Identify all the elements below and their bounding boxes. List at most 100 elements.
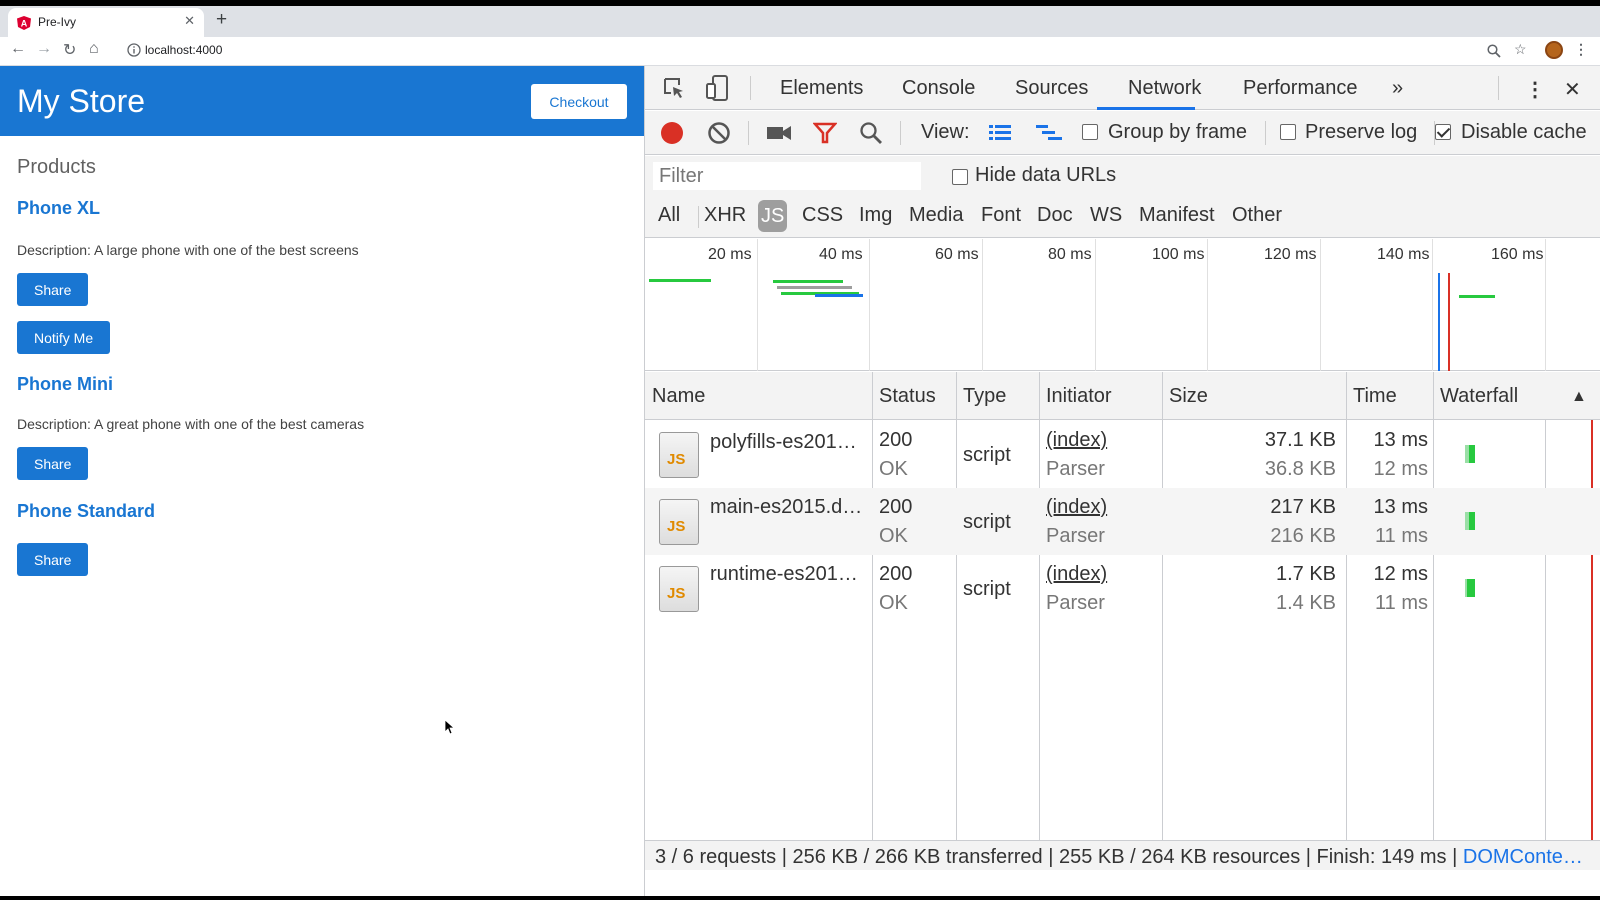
filter-input[interactable]	[653, 162, 921, 190]
record-icon[interactable]	[660, 121, 684, 145]
type-filter-css[interactable]: CSS	[802, 204, 843, 227]
reload-icon[interactable]: ↻	[63, 40, 76, 60]
initiator-link[interactable]: (index)	[1046, 496, 1107, 519]
grid-line	[869, 239, 870, 371]
clear-icon[interactable]	[707, 121, 731, 145]
table-row[interactable]: JS runtime-es201… 200 OK script (index) …	[645, 555, 1600, 622]
avatar[interactable]	[1545, 41, 1563, 59]
tab-console[interactable]: Console	[902, 77, 975, 100]
table-row[interactable]: JS polyfills-es201… 200 OK script (index…	[645, 421, 1600, 488]
hide-data-urls-checkbox[interactable]	[952, 169, 968, 185]
large-rows-icon[interactable]	[988, 121, 1012, 145]
product-name-phone-standard[interactable]: Phone Standard	[17, 501, 155, 522]
product-name-phone-mini[interactable]: Phone Mini	[17, 374, 113, 395]
search-icon[interactable]	[859, 121, 883, 145]
request-time-sub: 11 ms	[1375, 525, 1428, 547]
type-filter-img[interactable]: Img	[859, 204, 892, 227]
column-initiator[interactable]: Initiator	[1046, 385, 1112, 408]
forward-icon[interactable]: →	[36, 40, 52, 58]
home-icon[interactable]: ⌂	[89, 40, 99, 58]
type-filter-js[interactable]: JS	[758, 200, 788, 232]
type-filter-doc[interactable]: Doc	[1037, 204, 1073, 227]
store-app: My Store Checkout Products Phone XL Desc…	[0, 66, 644, 900]
request-status: 200	[879, 496, 913, 518]
request-size: 37.1 KB	[1264, 429, 1336, 451]
new-tab-icon[interactable]: +	[216, 9, 227, 31]
app-title[interactable]: My Store	[17, 83, 145, 120]
close-icon[interactable]: ✕	[184, 13, 195, 29]
product-description: Description: A large phone with one of t…	[17, 242, 359, 258]
device-toolbar-icon[interactable]	[705, 74, 729, 102]
type-filter-ws[interactable]: WS	[1090, 204, 1122, 227]
overview-request-bar	[815, 294, 863, 297]
sort-ascending-icon[interactable]: ▲	[1571, 388, 1587, 406]
column-size[interactable]: Size	[1169, 385, 1208, 408]
share-button[interactable]: Share	[17, 543, 89, 576]
initiator-sub: Parser	[1046, 592, 1105, 614]
dom-content-loaded-link[interactable]: DOMConte…	[1463, 846, 1583, 868]
address-bar[interactable]: localhost:4000	[123, 39, 1581, 63]
table-row[interactable]: JS main-es2015.d… 200 OK script (index) …	[645, 488, 1600, 555]
grid-line	[757, 239, 758, 371]
more-tabs-icon[interactable]: »	[1392, 77, 1403, 100]
initiator-link[interactable]: (index)	[1046, 563, 1107, 586]
browser-tab[interactable]: A Pre-Ivy ✕	[8, 8, 204, 37]
url-text: localhost:4000	[145, 43, 223, 57]
bottom-border	[0, 896, 1600, 900]
separator	[1498, 76, 1499, 100]
active-tab-indicator	[1097, 107, 1195, 110]
preserve-log-label: Preserve log	[1305, 121, 1418, 143]
waterfall-bar	[1465, 512, 1475, 530]
devtools-menu-icon[interactable]: ⋮	[1525, 77, 1545, 102]
star-icon[interactable]: ☆	[1514, 41, 1527, 58]
tab-elements[interactable]: Elements	[780, 77, 863, 100]
hide-data-urls-label: Hide data URLs	[975, 164, 1117, 186]
network-overview[interactable]: 20 ms 40 ms 60 ms 80 ms 100 ms 120 ms 14…	[645, 239, 1600, 371]
column-type[interactable]: Type	[963, 385, 1006, 408]
tab-title: Pre-Ivy	[38, 15, 77, 29]
disable-cache-checkbox[interactable]	[1435, 124, 1451, 140]
filter-bar: Hide data URLs All XHR JS CSS Img Media …	[645, 156, 1600, 238]
preserve-log-checkbox[interactable]	[1280, 124, 1296, 140]
product-name-phone-xl[interactable]: Phone XL	[17, 198, 100, 219]
initiator-link[interactable]: (index)	[1046, 429, 1107, 452]
column-waterfall[interactable]: Waterfall	[1440, 385, 1518, 408]
tab-network[interactable]: Network	[1128, 77, 1201, 100]
share-button[interactable]: Share	[17, 447, 89, 480]
js-file-icon: JS	[659, 499, 699, 545]
initiator-sub: Parser	[1046, 458, 1105, 480]
grid-line	[1207, 239, 1208, 371]
back-icon[interactable]: ←	[10, 40, 26, 58]
close-devtools-icon[interactable]: ✕	[1564, 77, 1581, 102]
type-filter-all[interactable]: All	[658, 204, 680, 227]
column-time[interactable]: Time	[1353, 385, 1397, 408]
overview-tick-label: 80 ms	[1048, 246, 1092, 263]
waterfall-overview-icon[interactable]	[1035, 121, 1063, 145]
inspect-element-icon[interactable]	[662, 76, 686, 100]
filter-icon[interactable]	[813, 121, 837, 145]
share-button[interactable]: Share	[17, 273, 89, 306]
overview-tick-label: 100 ms	[1152, 246, 1205, 263]
request-name: runtime-es201…	[710, 563, 858, 585]
type-filter-manifest[interactable]: Manifest	[1139, 204, 1215, 227]
column-status[interactable]: Status	[879, 385, 936, 408]
type-filter-xhr[interactable]: XHR	[704, 204, 746, 227]
separator	[750, 76, 751, 100]
separator	[1265, 121, 1266, 145]
group-by-frame-checkbox[interactable]	[1082, 124, 1098, 140]
notify-me-button[interactable]: Notify Me	[17, 321, 111, 354]
column-name[interactable]: Name	[652, 385, 705, 408]
zoom-icon[interactable]	[1487, 44, 1501, 58]
request-status-text: OK	[879, 525, 908, 547]
tab-performance[interactable]: Performance	[1243, 77, 1358, 100]
type-filter-other[interactable]: Other	[1232, 204, 1282, 227]
checkout-button[interactable]: Checkout	[531, 84, 627, 119]
js-file-icon: JS	[659, 566, 699, 612]
type-filter-font[interactable]: Font	[981, 204, 1021, 227]
request-table-header: Name Status Type Initiator Size Time Wat…	[645, 372, 1600, 420]
type-filter-media[interactable]: Media	[909, 204, 963, 227]
menu-icon[interactable]: ⋮	[1574, 41, 1588, 58]
camera-icon[interactable]	[766, 123, 792, 143]
tab-sources[interactable]: Sources	[1015, 77, 1088, 100]
load-line	[1448, 273, 1450, 371]
